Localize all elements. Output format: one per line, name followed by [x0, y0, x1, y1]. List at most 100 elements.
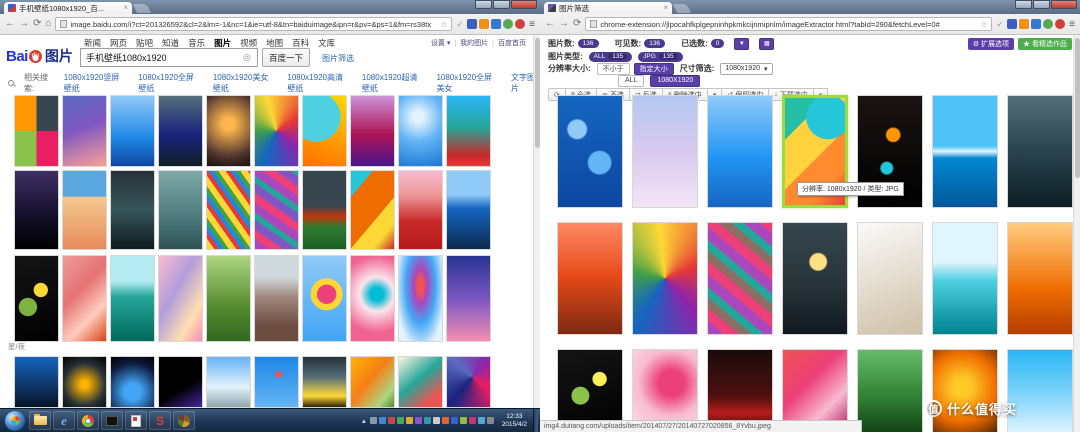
extension-icon[interactable]	[491, 19, 502, 29]
taskbar-document-app[interactable]	[125, 411, 147, 430]
image-thumbnail[interactable]	[398, 356, 443, 408]
image-thumbnail[interactable]	[62, 95, 107, 167]
image-thumbnail[interactable]	[857, 349, 923, 432]
baidu-nav-item[interactable]: 文库	[318, 37, 335, 52]
image-thumbnail[interactable]	[62, 170, 107, 250]
image-thumbnail[interactable]	[1007, 95, 1073, 208]
image-thumbnail[interactable]	[398, 255, 443, 342]
image-thumbnail[interactable]	[932, 222, 998, 335]
image-thumbnail[interactable]	[158, 255, 203, 342]
image-thumbnail[interactable]	[557, 95, 623, 208]
image-thumbnail[interactable]	[398, 95, 443, 167]
image-thumbnail[interactable]	[206, 170, 251, 250]
grid-view-button[interactable]: ▦	[759, 37, 775, 50]
taskbar-settings-app[interactable]	[173, 411, 195, 430]
baidu-user-link[interactable]: 百度首页	[498, 38, 526, 48]
scrollbar-thumb[interactable]	[1075, 38, 1080, 178]
resolution-option[interactable]: 不小于	[596, 62, 630, 75]
search-input[interactable]	[80, 48, 258, 67]
tab-baidu-images[interactable]: 手机壁纸1080x1920_百... ×	[4, 2, 132, 14]
tray-icon[interactable]	[423, 417, 431, 424]
image-thumbnail[interactable]	[14, 356, 59, 408]
image-thumbnail[interactable]	[110, 356, 155, 408]
scrollbar[interactable]	[533, 35, 540, 408]
tray-icon[interactable]	[468, 417, 476, 424]
baidu-logo[interactable]: Bai du 图片	[6, 46, 73, 66]
image-thumbnail[interactable]	[14, 95, 59, 167]
image-thumbnail[interactable]	[206, 356, 251, 408]
type-badge[interactable]: ALL 135	[588, 51, 633, 62]
minimize-button[interactable]	[1015, 0, 1032, 9]
tab-close-icon[interactable]: ×	[663, 4, 668, 12]
taskbar-reader-app[interactable]: S	[149, 411, 171, 430]
maximize-button[interactable]	[1033, 0, 1050, 9]
image-thumbnail[interactable]	[302, 255, 347, 342]
extension-icon[interactable]	[1007, 19, 1018, 29]
taskbar-ie[interactable]: e	[53, 411, 75, 430]
tray-icon[interactable]	[378, 417, 386, 424]
tray-icon[interactable]	[486, 417, 494, 424]
tray-icon[interactable]	[432, 417, 440, 424]
image-thumbnail[interactable]	[1007, 349, 1073, 432]
image-thumbnail[interactable]	[1007, 222, 1073, 335]
image-thumbnail[interactable]	[158, 356, 203, 408]
camera-icon[interactable]: ◎	[243, 52, 251, 63]
image-thumbnail[interactable]	[350, 170, 395, 250]
related-search-link[interactable]: 1080x1920全屏壁纸	[138, 72, 199, 94]
chrome-menu-icon[interactable]: ≡	[529, 19, 535, 30]
header-button[interactable]: ★ 看精选作品	[1018, 37, 1072, 50]
search-button[interactable]: 百度一下	[262, 48, 310, 67]
show-desktop-button[interactable]	[533, 408, 538, 432]
tray-icon[interactable]	[414, 417, 422, 424]
image-thumbnail[interactable]	[857, 222, 923, 335]
start-button[interactable]	[5, 410, 25, 431]
tray-expand-icon[interactable]: ▴	[362, 417, 366, 425]
tray-icon[interactable]	[477, 417, 485, 424]
image-thumbnail[interactable]	[254, 170, 299, 250]
image-filter-link[interactable]: 图片筛选	[322, 53, 354, 64]
tab-image-extractor[interactable]: 图片筛选 ×	[544, 2, 672, 14]
forward-icon[interactable]: →	[559, 19, 569, 29]
tab-close-icon[interactable]: ×	[123, 4, 128, 12]
related-search-link[interactable]: 1080x1920超清壁纸	[362, 72, 423, 94]
bookmark-star-icon[interactable]: ☆	[440, 20, 447, 29]
image-thumbnail[interactable]	[254, 255, 299, 342]
image-thumbnail[interactable]	[632, 95, 698, 208]
image-thumbnail[interactable]	[446, 356, 491, 408]
extension-icon[interactable]	[515, 19, 526, 29]
minimize-button[interactable]	[475, 0, 492, 9]
taskbar-explorer[interactable]	[29, 411, 51, 430]
home-icon[interactable]: ⌂	[45, 19, 51, 29]
taskbar-cmd[interactable]	[101, 411, 123, 430]
related-search-link[interactable]: 1080x1920全屏美女	[436, 72, 497, 94]
type-badge[interactable]: JPG 135	[638, 51, 683, 62]
image-thumbnail[interactable]	[14, 170, 59, 250]
tray-icon[interactable]	[387, 417, 395, 424]
close-button[interactable]	[1051, 0, 1077, 9]
extension-icon[interactable]	[467, 19, 478, 29]
resolution-option[interactable]: 指定大小	[633, 62, 674, 75]
scrollbar-thumb[interactable]	[535, 38, 540, 148]
bookmark-star-icon[interactable]: ☆	[980, 20, 987, 29]
image-thumbnail[interactable]	[350, 255, 395, 342]
adblock-icon[interactable]	[1019, 19, 1030, 29]
image-thumbnail[interactable]	[14, 255, 59, 342]
back-icon[interactable]: ←	[545, 19, 555, 29]
image-thumbnail[interactable]	[446, 170, 491, 250]
size-badge[interactable]: ALL	[618, 74, 645, 87]
address-bar[interactable]: image.baidu.com/i?ct=201326592&cl=2&lm=-…	[55, 17, 453, 31]
image-thumbnail[interactable]	[302, 356, 347, 408]
image-thumbnail[interactable]	[782, 222, 848, 335]
image-thumbnail[interactable]	[632, 222, 698, 335]
image-thumbnail[interactable]	[254, 356, 299, 408]
adblock-icon[interactable]	[479, 19, 490, 29]
refresh-icon[interactable]: ⟳	[573, 19, 581, 29]
image-thumbnail[interactable]	[206, 95, 251, 167]
back-icon[interactable]: ←	[5, 19, 15, 29]
tray-icon[interactable]	[450, 417, 458, 424]
related-search-link[interactable]: 1080x1920竖屏壁纸	[64, 72, 125, 94]
image-thumbnail[interactable]	[110, 255, 155, 342]
tray-icon[interactable]	[405, 417, 413, 424]
size-filter-select[interactable]: 1080x1920 ▾	[720, 62, 773, 75]
tray-icon[interactable]	[441, 417, 449, 424]
